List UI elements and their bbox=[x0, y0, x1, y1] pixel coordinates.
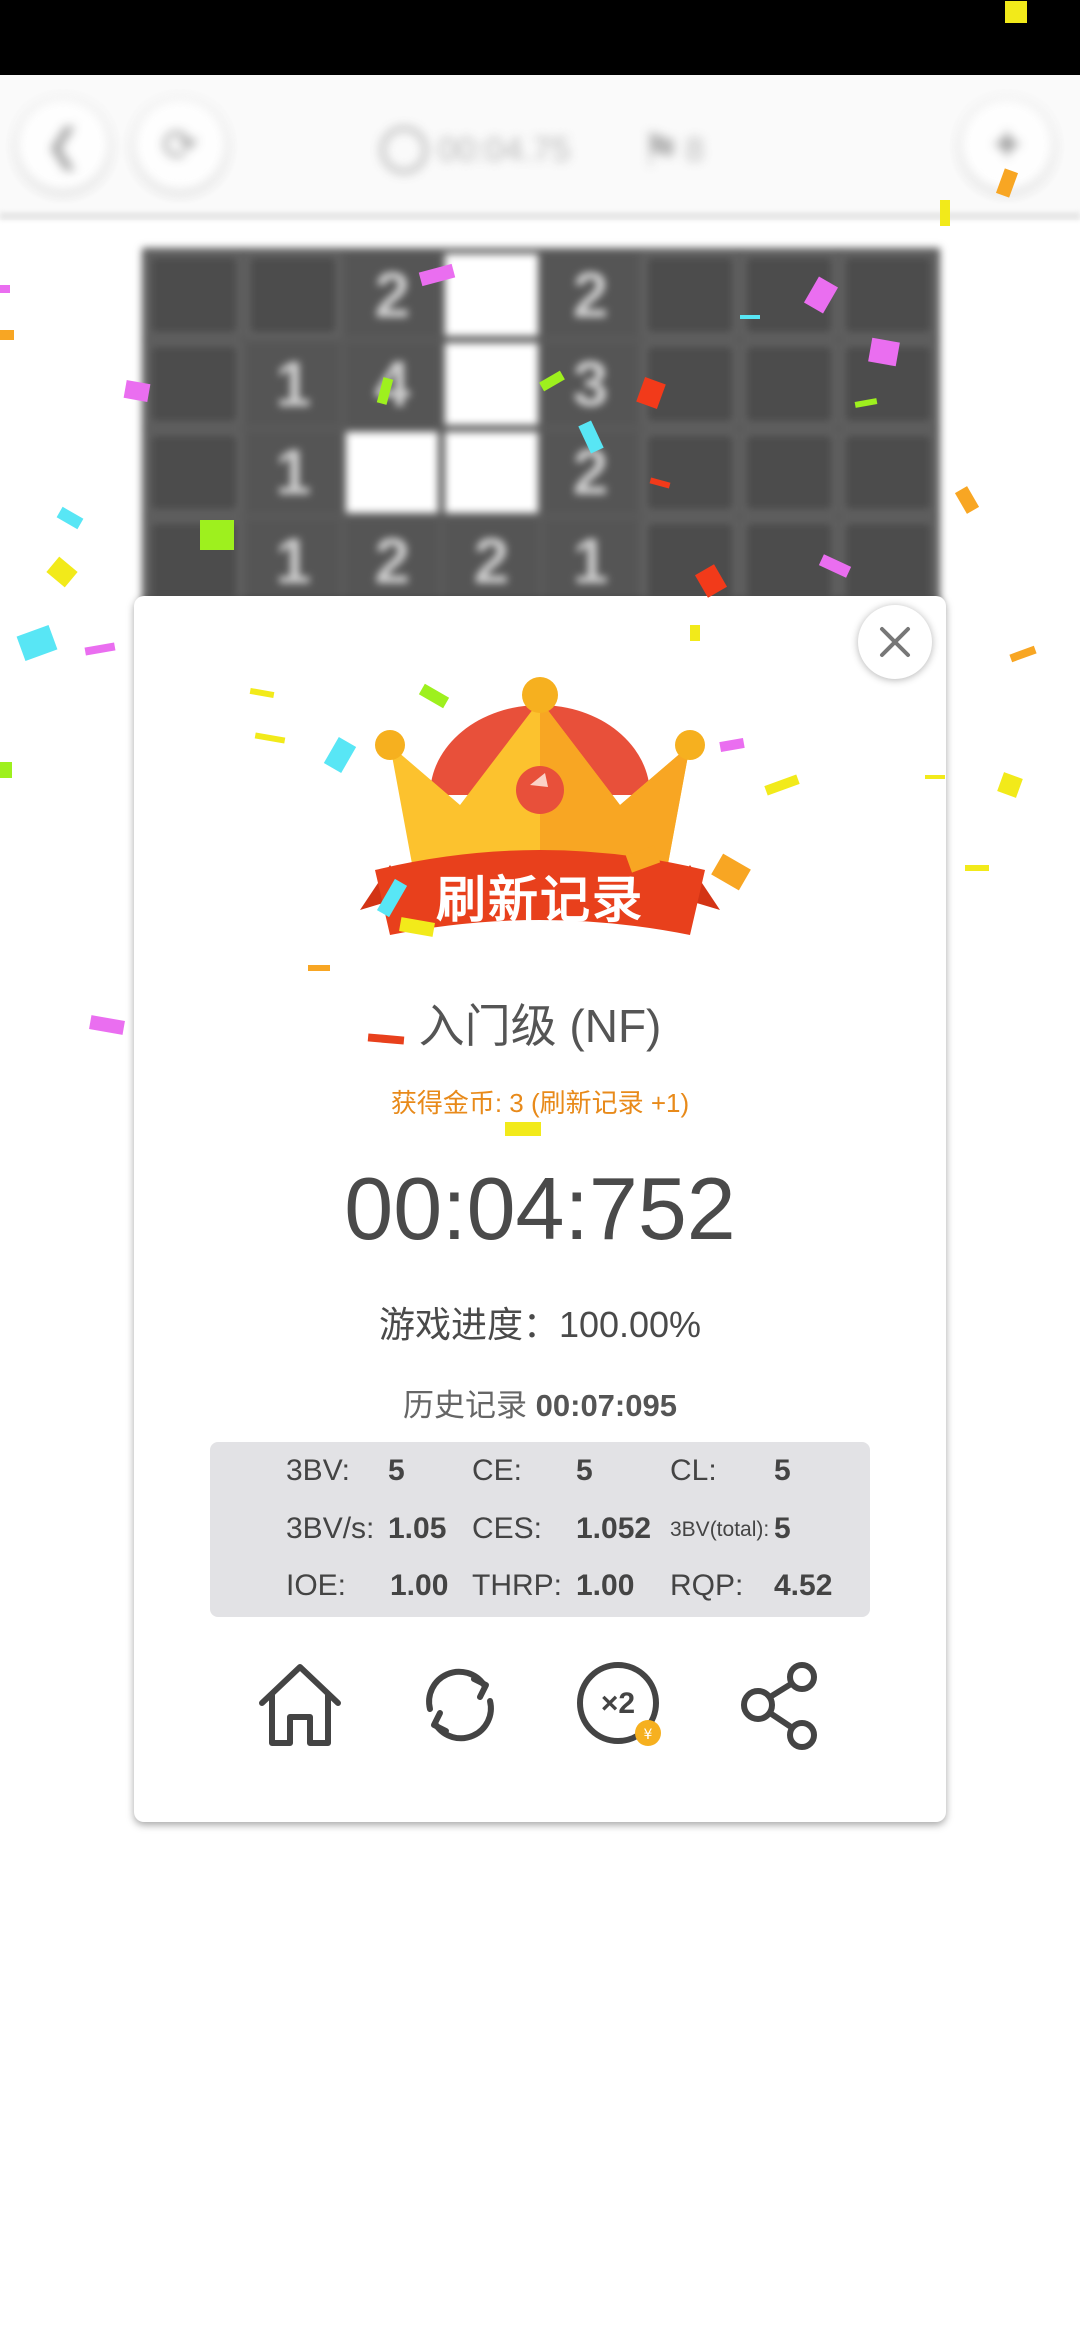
history-record: 历史记录 00:07:095 bbox=[134, 1380, 946, 1425]
clock-icon bbox=[380, 126, 428, 174]
stat-label: 3BV: bbox=[286, 1454, 350, 1487]
stat-label: CL: bbox=[670, 1454, 717, 1487]
confetti-piece bbox=[740, 315, 760, 319]
confetti-piece bbox=[690, 625, 700, 641]
home-button[interactable] bbox=[250, 1655, 350, 1755]
back-button[interactable]: ❮ bbox=[18, 100, 108, 190]
board-cell bbox=[742, 342, 835, 425]
board-cell bbox=[445, 431, 538, 514]
confetti-piece bbox=[925, 775, 945, 779]
board-cell: 1 bbox=[247, 520, 340, 602]
board-cell: 2 bbox=[346, 254, 439, 336]
stat-label: 3BV/s: bbox=[286, 1512, 375, 1545]
share-icon bbox=[741, 1662, 817, 1750]
stat-value: 5 bbox=[576, 1454, 593, 1487]
board-cell: 1 bbox=[247, 431, 340, 514]
game-timer: 00:04.75 bbox=[380, 120, 570, 180]
confetti-piece bbox=[1005, 1, 1027, 23]
confetti-piece bbox=[0, 285, 10, 293]
board-cell: 2 bbox=[544, 254, 637, 336]
replay-icon bbox=[426, 1668, 494, 1742]
top-bar-divider bbox=[0, 212, 1080, 220]
close-icon bbox=[880, 627, 910, 657]
flag-icon: ⚑ bbox=[640, 124, 682, 176]
board-cell bbox=[445, 254, 538, 336]
double-reward-icon: ×2 ¥ bbox=[577, 1662, 661, 1746]
stat-value: 1.00 bbox=[576, 1569, 635, 1602]
finish-time: 00:04:752 bbox=[344, 1159, 736, 1258]
board-cell: 2 bbox=[445, 520, 538, 602]
confetti-piece bbox=[46, 556, 78, 588]
home-icon bbox=[259, 1664, 341, 1746]
stat-value: 1.05 bbox=[388, 1512, 447, 1545]
board-cell bbox=[346, 431, 439, 514]
board-cell bbox=[445, 342, 538, 425]
confetti-piece bbox=[308, 965, 330, 971]
status-bar bbox=[0, 0, 1080, 75]
stat-label: CE: bbox=[472, 1454, 523, 1487]
chevron-left-icon: ❮ bbox=[44, 120, 82, 170]
stats-panel: 3BV: 5 CE: 5 CL: 5 3BV/s: 1.05 CES: 1.05… bbox=[210, 1442, 870, 1617]
flag-counter-text: 8 bbox=[685, 130, 705, 169]
confetti-piece bbox=[0, 762, 12, 778]
confetti-piece bbox=[56, 506, 84, 530]
svg-text:×2: ×2 bbox=[601, 1687, 635, 1720]
stat-value: 1.00 bbox=[390, 1569, 449, 1602]
stat-value: 5 bbox=[388, 1454, 405, 1487]
board-cell bbox=[148, 431, 241, 514]
board-cell bbox=[841, 520, 934, 602]
confetti-piece bbox=[89, 1015, 125, 1035]
close-button[interactable] bbox=[858, 605, 932, 679]
confetti-piece bbox=[1009, 645, 1037, 663]
coins-earned: 获得金币: 3 (刷新记录 +1) bbox=[390, 1088, 690, 1118]
board-cell bbox=[841, 431, 934, 514]
confetti-piece bbox=[16, 624, 58, 662]
level-label: 入门级 (NF) bbox=[418, 1000, 662, 1052]
board-cell: 4 bbox=[346, 342, 439, 425]
flag-counter: ⚑ 8 bbox=[640, 120, 704, 180]
stat-value: 5 bbox=[774, 1454, 791, 1487]
wand-icon: ✦ bbox=[988, 120, 1026, 170]
history-label: 历史记录 bbox=[403, 1388, 528, 1423]
board-cell bbox=[643, 254, 736, 336]
board-cell bbox=[247, 254, 340, 336]
stat-value: 4.52 bbox=[774, 1569, 833, 1602]
game-progress: 游戏进度：100.00% bbox=[378, 1304, 702, 1345]
stat-label: 3BV(total): bbox=[670, 1518, 770, 1541]
share-button[interactable] bbox=[730, 1655, 830, 1755]
confetti-piece bbox=[868, 337, 900, 367]
confetti-piece bbox=[0, 330, 14, 340]
confetti-piece bbox=[84, 642, 116, 656]
stat-label: RQP: bbox=[670, 1569, 744, 1602]
stat-label: THRP: bbox=[472, 1569, 562, 1602]
board-cell bbox=[742, 431, 835, 514]
board-cell: 1 bbox=[544, 520, 637, 602]
stat-value: 1.052 bbox=[576, 1512, 652, 1545]
board-cell bbox=[643, 520, 736, 602]
confetti-piece bbox=[505, 1122, 541, 1136]
board-cell bbox=[148, 342, 241, 425]
svg-text:¥: ¥ bbox=[644, 1727, 653, 1743]
board-cell bbox=[841, 254, 934, 336]
board-cell: 2 bbox=[346, 520, 439, 602]
game-timer-text: 00:04.75 bbox=[438, 130, 571, 169]
stat-label: IOE: bbox=[286, 1569, 347, 1602]
board-cell bbox=[643, 431, 736, 514]
board-cell: 1 bbox=[247, 342, 340, 425]
history-value: 00:07:095 bbox=[535, 1388, 677, 1423]
restart-icon: ⟳ bbox=[161, 120, 199, 170]
confetti-piece bbox=[997, 772, 1023, 798]
double-reward-button[interactable]: ×2 ¥ bbox=[570, 1655, 670, 1755]
board-cell bbox=[148, 254, 241, 336]
stat-value: 5 bbox=[774, 1512, 791, 1545]
confetti-piece bbox=[940, 200, 950, 226]
confetti-piece bbox=[954, 486, 980, 514]
board-cell: 3 bbox=[544, 342, 637, 425]
stat-label: CES: bbox=[472, 1512, 543, 1545]
replay-button[interactable] bbox=[410, 1655, 510, 1755]
confetti-piece bbox=[965, 865, 989, 871]
confetti-piece bbox=[200, 520, 234, 550]
restart-button[interactable]: ⟳ bbox=[135, 100, 225, 190]
confetti-piece bbox=[123, 380, 151, 402]
